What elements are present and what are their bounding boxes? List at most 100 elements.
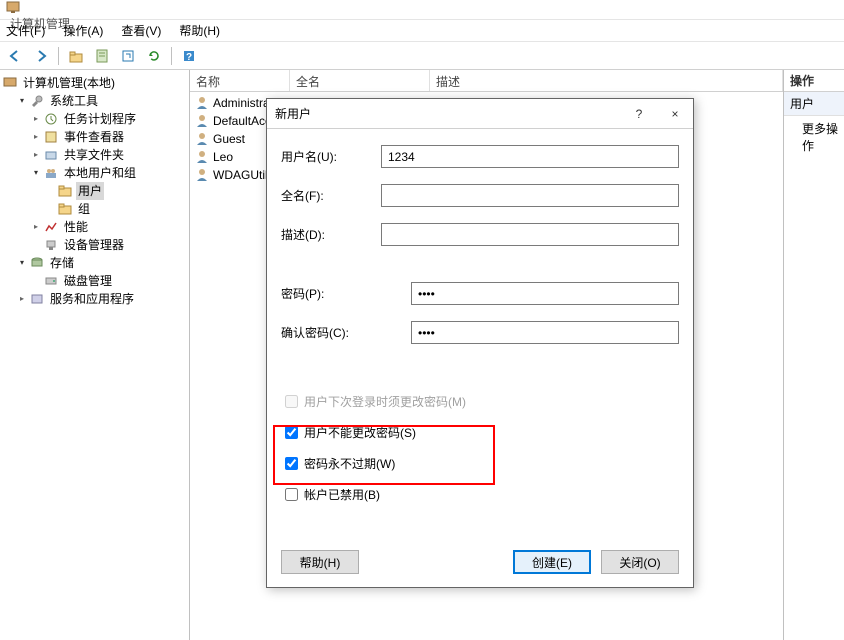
export-button[interactable] bbox=[117, 45, 139, 67]
expand-icon[interactable]: ▸ bbox=[30, 113, 42, 125]
tree-users[interactable]: 用户 bbox=[44, 182, 189, 200]
share-icon bbox=[43, 148, 59, 162]
never-expires-checkbox[interactable] bbox=[285, 457, 298, 470]
toolbar-separator bbox=[58, 47, 59, 65]
forward-button[interactable] bbox=[30, 45, 52, 67]
cannot-change-checkbox[interactable] bbox=[285, 426, 298, 439]
actions-more[interactable]: 更多操作 bbox=[784, 116, 844, 158]
list-item-name: Guest bbox=[213, 132, 245, 146]
tree-panel: 计算机管理(本地) ▾ 系统工具 ▸ 任务计划程序 bbox=[0, 70, 190, 640]
never-expires-label: 密码永不过期(W) bbox=[304, 455, 395, 472]
expand-icon[interactable]: ▸ bbox=[16, 293, 28, 305]
must-change-checkbox-row: 用户下次登录时须更改密码(M) bbox=[281, 392, 679, 411]
description-label: 描述(D): bbox=[281, 226, 381, 243]
dialog-title: 新用户 bbox=[275, 105, 311, 122]
tree-disk-management[interactable]: 磁盘管理 bbox=[30, 272, 189, 290]
menu-action[interactable]: 操作(A) bbox=[63, 22, 103, 39]
tree-label: 性能 bbox=[62, 218, 90, 236]
disabled-checkbox[interactable] bbox=[285, 488, 298, 501]
users-icon bbox=[43, 166, 59, 180]
help-button[interactable]: ? bbox=[178, 45, 200, 67]
fullname-input[interactable] bbox=[381, 184, 679, 207]
actions-panel: 操作 用户 更多操作 bbox=[784, 70, 844, 640]
refresh-button[interactable] bbox=[143, 45, 165, 67]
tree-local-users-groups[interactable]: ▾ 本地用户和组 用户 bbox=[30, 164, 189, 218]
performance-icon bbox=[43, 220, 59, 234]
description-input[interactable] bbox=[381, 223, 679, 246]
close-icon[interactable]: × bbox=[665, 107, 685, 121]
tree-root[interactable]: 计算机管理(本地) ▾ 系统工具 ▸ 任务计划程序 bbox=[2, 74, 189, 308]
properties-button[interactable] bbox=[91, 45, 113, 67]
title-bar: 计算机管理 bbox=[0, 0, 844, 20]
menu-view[interactable]: 查看(V) bbox=[121, 22, 161, 39]
menu-help[interactable]: 帮助(H) bbox=[179, 22, 220, 39]
expand-icon[interactable]: ▾ bbox=[16, 95, 28, 107]
tree-label: 事件查看器 bbox=[62, 128, 126, 146]
folder-icon bbox=[57, 202, 73, 216]
disk-icon bbox=[43, 274, 59, 288]
tree-services-apps[interactable]: ▸ 服务和应用程序 bbox=[16, 290, 189, 308]
new-user-dialog: 新用户 ? × 用户名(U): 全名(F): 描述(D): 密码(P): 确认密… bbox=[266, 98, 694, 588]
tree-groups[interactable]: 组 bbox=[44, 200, 189, 218]
disabled-checkbox-row[interactable]: 帐户已禁用(B) bbox=[281, 485, 679, 504]
menu-file[interactable]: 文件(F) bbox=[6, 22, 45, 39]
actions-sub[interactable]: 用户 bbox=[784, 92, 844, 116]
expand-icon[interactable]: ▸ bbox=[30, 131, 42, 143]
never-expires-checkbox-row[interactable]: 密码永不过期(W) bbox=[281, 454, 679, 473]
tree-task-scheduler[interactable]: ▸ 任务计划程序 bbox=[30, 110, 189, 128]
services-icon bbox=[29, 292, 45, 306]
password-label: 密码(P): bbox=[281, 285, 411, 302]
clock-icon bbox=[43, 112, 59, 126]
expand-spacer bbox=[30, 239, 42, 251]
column-description[interactable]: 描述 bbox=[430, 70, 783, 91]
tree-label: 系统工具 bbox=[48, 92, 100, 110]
confirm-label: 确认密码(C): bbox=[281, 324, 411, 341]
tree-label: 共享文件夹 bbox=[62, 146, 126, 164]
help-button[interactable]: ? bbox=[629, 107, 649, 121]
tree-storage[interactable]: ▾ 存储 磁盘管理 bbox=[16, 254, 189, 290]
menu-bar: 文件(F) 操作(A) 查看(V) 帮助(H) bbox=[0, 20, 844, 42]
dialog-title-bar[interactable]: 新用户 ? × bbox=[267, 99, 693, 129]
toolbar-separator bbox=[171, 47, 172, 65]
help-button[interactable]: 帮助(H) bbox=[281, 550, 359, 574]
tree-label: 任务计划程序 bbox=[62, 110, 138, 128]
app-icon bbox=[6, 0, 844, 14]
expand-icon[interactable]: ▸ bbox=[30, 149, 42, 161]
expand-icon[interactable]: ▾ bbox=[30, 167, 42, 179]
confirm-input[interactable] bbox=[411, 321, 679, 344]
cannot-change-checkbox-row[interactable]: 用户不能更改密码(S) bbox=[281, 423, 679, 442]
up-button[interactable] bbox=[65, 45, 87, 67]
toolbar: ? bbox=[0, 42, 844, 70]
username-input[interactable] bbox=[381, 145, 679, 168]
tree-label: 设备管理器 bbox=[62, 236, 126, 254]
user-icon bbox=[194, 149, 210, 165]
tools-icon bbox=[29, 94, 45, 108]
tree-device-manager[interactable]: 设备管理器 bbox=[30, 236, 189, 254]
column-name[interactable]: 名称 bbox=[190, 70, 290, 91]
password-input[interactable] bbox=[411, 282, 679, 305]
tree-event-viewer[interactable]: ▸ 事件查看器 bbox=[30, 128, 189, 146]
expand-icon[interactable]: ▾ bbox=[16, 257, 28, 269]
tree-label: 用户 bbox=[76, 182, 104, 200]
svg-text:?: ? bbox=[186, 52, 192, 63]
tree-system-tools[interactable]: ▾ 系统工具 ▸ 任务计划程序 ▸ bbox=[16, 92, 189, 254]
cannot-change-label: 用户不能更改密码(S) bbox=[304, 424, 416, 441]
expand-icon[interactable]: ▸ bbox=[30, 221, 42, 233]
user-icon bbox=[194, 131, 210, 147]
tree-performance[interactable]: ▸ 性能 bbox=[30, 218, 189, 236]
column-fullname[interactable]: 全名 bbox=[290, 70, 430, 91]
back-button[interactable] bbox=[4, 45, 26, 67]
tree-label: 计算机管理(本地) bbox=[21, 74, 117, 92]
user-icon bbox=[194, 95, 210, 111]
tree-shared-folders[interactable]: ▸ 共享文件夹 bbox=[30, 146, 189, 164]
close-button[interactable]: 关闭(O) bbox=[601, 550, 679, 574]
tree-label: 磁盘管理 bbox=[62, 272, 114, 290]
must-change-checkbox bbox=[285, 395, 298, 408]
list-header: 名称 全名 描述 bbox=[190, 70, 783, 92]
event-icon bbox=[43, 130, 59, 144]
username-label: 用户名(U): bbox=[281, 148, 381, 165]
expand-spacer bbox=[44, 203, 56, 215]
user-icon bbox=[194, 113, 210, 129]
storage-icon bbox=[29, 256, 45, 270]
create-button[interactable]: 创建(E) bbox=[513, 550, 591, 574]
